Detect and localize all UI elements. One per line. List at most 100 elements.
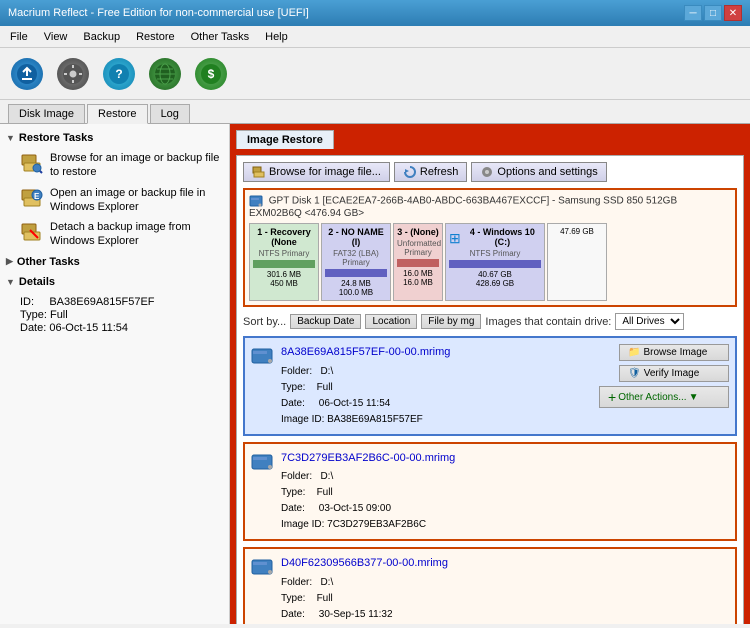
image-1-name[interactable]: 7C3D279EB3AF2B6C-00-00.mrimg	[281, 450, 455, 468]
globe-icon	[149, 58, 181, 90]
donate-toolbar-btn[interactable]: $	[192, 55, 230, 93]
image-entry-1: 7C3D279EB3AF2B6C-00-00.mrimg Folder: D:\…	[243, 442, 737, 542]
backup-toolbar-btn[interactable]	[8, 55, 46, 93]
restore-tasks-arrow: ▼	[6, 133, 15, 143]
image-1-id: Image ID: 7C3D279EB3AF2B6C	[281, 517, 455, 533]
window-controls: ─ □ ✕	[684, 5, 742, 21]
plus-icon: +	[608, 389, 616, 405]
tab-disk-image[interactable]: Disk Image	[8, 104, 85, 123]
restore-tasks-header[interactable]: ▼ Restore Tasks	[0, 128, 229, 148]
open-image-item[interactable]: E Open an image or backup file in Window…	[0, 183, 229, 218]
image-restore-tab[interactable]: Image Restore	[236, 130, 334, 149]
image-entry-2: D40F62309566B377-00-00.mrimg Folder: D:\…	[243, 547, 737, 624]
other-actions-btn[interactable]: + Other Actions... ▼	[599, 386, 729, 408]
options-btn[interactable]: Options and settings	[471, 162, 606, 182]
partition-4[interactable]: ⊞ 4 - Windows 10 (C:) NTFS Primary 40.67…	[445, 223, 545, 301]
toolbar: ? $	[0, 48, 750, 100]
verify-image-btn[interactable]: 🛡 Verify Image	[619, 365, 729, 382]
partition-2[interactable]: 2 - NO NAME (I) FAT32 (LBA) Primary 24.8…	[321, 223, 391, 301]
money-icon: $	[195, 58, 227, 90]
partition-5: 47.69 GB	[547, 223, 607, 301]
help-toolbar-btn[interactable]: ?	[100, 55, 138, 93]
browse-image-icon	[20, 151, 44, 175]
partition-1[interactable]: 1 - Recovery (None NTFS Primary 301.6 MB…	[249, 223, 319, 301]
details-type-label: Type:	[20, 309, 50, 321]
image-0-actions: 📁 Browse Image 🛡 Verify Image + Other Ac…	[599, 344, 729, 428]
windows-logo: ⊞	[449, 230, 461, 247]
disk-partitions: 1 - Recovery (None NTFS Primary 301.6 MB…	[249, 223, 731, 301]
menu-view[interactable]: View	[38, 29, 74, 45]
details-section: ID: BA38E69A815F57EF Type: Full Date: 06…	[0, 292, 229, 339]
open-image-icon: E	[20, 186, 44, 210]
partition-2-fs: FAT32 (LBA) Primary	[325, 249, 387, 267]
disk-hdd-icon	[249, 194, 263, 208]
disk-toolbar: Browse for image file... Refresh Options…	[243, 162, 737, 182]
menu-help[interactable]: Help	[259, 29, 294, 45]
browse-image-action-icon: 📁	[628, 347, 640, 358]
app-title: Macrium Reflect - Free Edition for non-c…	[8, 7, 309, 19]
backup-date-sort-btn[interactable]: Backup Date	[290, 314, 361, 329]
details-label: Details	[19, 276, 55, 288]
dropdown-arrow-icon: ▼	[689, 392, 699, 403]
settings-icon	[57, 58, 89, 90]
verify-image-label: Verify Image	[644, 368, 700, 379]
content-area: ▼ Restore Tasks Browse for an image or b…	[0, 124, 750, 624]
browse-image-action-label: Browse Image	[643, 347, 707, 358]
menu-restore[interactable]: Restore	[130, 29, 181, 45]
image-2-name[interactable]: D40F62309566B377-00-00.mrimg	[281, 555, 448, 573]
tab-restore[interactable]: Restore	[87, 104, 148, 124]
image-0-name[interactable]: 8A38E69A815F57EF-00-00.mrimg	[281, 344, 450, 362]
refresh-btn-label: Refresh	[420, 166, 459, 178]
partition-4-fs: NTFS Primary	[449, 249, 541, 258]
right-panel: Image Restore Browse for image file...	[230, 124, 750, 624]
partition-3-size: 16.0 MB16.0 MB	[397, 269, 439, 287]
sort-bar: Sort by... Backup Date Location File by …	[243, 313, 737, 330]
image-0-folder: Folder: D:\	[281, 364, 450, 380]
partition-1-bar	[253, 260, 315, 268]
maximize-btn[interactable]: □	[704, 5, 722, 21]
image-2-left: D40F62309566B377-00-00.mrimg Folder: D:\…	[251, 555, 729, 624]
browse-icon	[252, 165, 266, 179]
details-type-row: Type: Full	[20, 309, 221, 321]
detach-image-icon	[20, 220, 44, 244]
details-id-label: ID:	[20, 296, 46, 308]
main-tab-bar: Disk Image Restore Log	[0, 100, 750, 124]
partition-1-fs: NTFS Primary	[253, 249, 315, 258]
partition-1-name: 1 - Recovery (None	[253, 227, 315, 247]
partition-3-name: 3 - (None)	[397, 227, 439, 237]
images-contain-label: Images that contain drive:	[485, 316, 611, 328]
detach-image-item[interactable]: Detach a backup image from Windows Explo…	[0, 217, 229, 252]
details-id-row: ID: BA38E69A815F57EF	[20, 296, 221, 308]
image-1-details: 7C3D279EB3AF2B6C-00-00.mrimg Folder: D:\…	[281, 450, 455, 534]
disk-header: GPT Disk 1 [ECAE2EA7-266B-4AB0-ABDC-663B…	[249, 194, 731, 219]
image-2-hdd-icon	[251, 557, 275, 581]
browse-image-btn[interactable]: Browse for image file...	[243, 162, 390, 182]
minimize-btn[interactable]: ─	[684, 5, 702, 21]
partition-3[interactable]: 3 - (None) Unformatted Primary 16.0 MB16…	[393, 223, 443, 301]
globe-toolbar-btn[interactable]	[146, 55, 184, 93]
location-sort-btn[interactable]: Location	[365, 314, 417, 329]
browse-image-text: Browse for an image or backup file to re…	[50, 151, 221, 180]
image-1-date: Date: 03-Oct-15 09:00	[281, 501, 455, 517]
refresh-btn[interactable]: Refresh	[394, 162, 468, 182]
settings-toolbar-btn[interactable]	[54, 55, 92, 93]
tab-log[interactable]: Log	[150, 104, 190, 123]
details-header[interactable]: ▼ Details	[0, 272, 229, 292]
browse-image-item[interactable]: Browse for an image or backup file to re…	[0, 148, 229, 183]
image-1-left: 7C3D279EB3AF2B6C-00-00.mrimg Folder: D:\…	[251, 450, 729, 534]
partition-4-name: 4 - Windows 10 (C:)	[464, 227, 541, 247]
sort-by-label: Sort by...	[243, 316, 286, 328]
partition-5-size: 47.69 GB	[551, 227, 603, 236]
image-2-details: D40F62309566B377-00-00.mrimg Folder: D:\…	[281, 555, 448, 624]
menu-backup[interactable]: Backup	[77, 29, 126, 45]
drive-select[interactable]: All Drives	[615, 313, 684, 330]
other-tasks-header[interactable]: ▶ Other Tasks	[0, 252, 229, 272]
menu-file[interactable]: File	[4, 29, 34, 45]
restore-tasks-label: Restore Tasks	[19, 132, 93, 144]
file-by-mg-sort-btn[interactable]: File by mg	[421, 314, 481, 329]
svg-text:$: $	[208, 67, 215, 81]
browse-image-action-btn[interactable]: 📁 Browse Image	[619, 344, 729, 361]
menu-other-tasks[interactable]: Other Tasks	[185, 29, 256, 45]
close-btn[interactable]: ✕	[724, 5, 742, 21]
disk-display: GPT Disk 1 [ECAE2EA7-266B-4AB0-ABDC-663B…	[243, 188, 737, 307]
